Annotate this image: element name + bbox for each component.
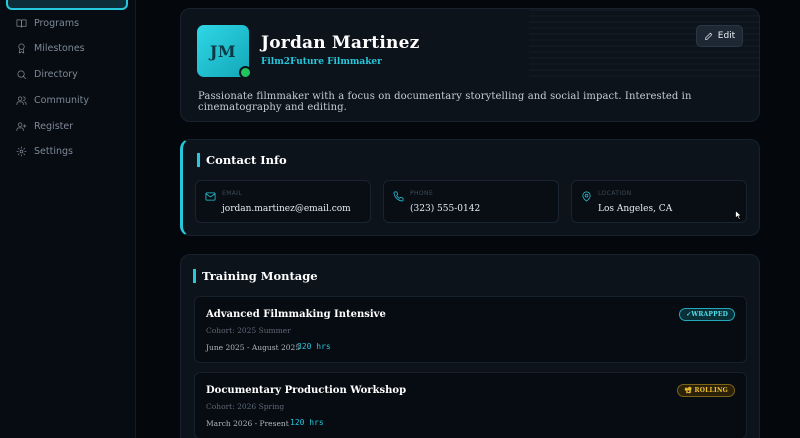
status-badge: 📽 ROLLING: [677, 384, 735, 397]
training-montage-card: Training Montage Advanced Filmmaking Int…: [180, 254, 760, 438]
email-box[interactable]: EMAIL jordan.martinez@email.com: [195, 180, 371, 223]
sidebar-item-label: Milestones: [34, 42, 85, 54]
location-box[interactable]: LOCATION Los Angeles, CA: [571, 180, 747, 223]
mail-icon: [205, 192, 216, 201]
location-label: LOCATION: [598, 190, 632, 197]
program-card[interactable]: Documentary Production Workshop Cohort: …: [194, 372, 747, 438]
status-badge: ✓WRAPPED: [679, 308, 735, 321]
pencil-icon: [704, 32, 712, 40]
program-cohort: Cohort: 2025 Summer: [206, 326, 291, 335]
program-hours: 120 hrs: [290, 418, 324, 427]
user-plus-icon: [16, 121, 27, 131]
mouse-cursor-icon: [735, 210, 742, 220]
sidebar-item-programs[interactable]: Programs: [16, 13, 79, 33]
program-card[interactable]: Advanced Filmmaking Intensive Cohort: 20…: [194, 296, 747, 363]
program-dates: June 2025 - August 2025: [206, 343, 301, 352]
main-content: JM Jordan Martinez Film2Future Filmmaker…: [136, 0, 800, 438]
location-value: Los Angeles, CA: [598, 204, 673, 214]
email-label: EMAIL: [222, 190, 243, 197]
search-icon: [17, 69, 26, 79]
program-hours: 320 hrs: [297, 342, 331, 351]
profile-bio: Passionate filmmaker with a focus on doc…: [198, 91, 692, 113]
sidebar-item-label: Directory: [34, 68, 78, 80]
profile-subtitle: Film2Future Filmmaker: [261, 57, 382, 67]
phone-box[interactable]: PHONE (323) 555-0142: [383, 180, 559, 223]
sidebar-active-item[interactable]: [6, 0, 128, 10]
sidebar-item-label: Settings: [34, 145, 73, 157]
sidebar-item-milestones[interactable]: Milestones: [16, 38, 85, 58]
phone-value: (323) 555-0142: [410, 204, 481, 214]
contact-info-title: Contact Info: [197, 153, 287, 167]
phone-label: PHONE: [410, 190, 434, 197]
contact-info-card: Contact Info EMAIL jordan.martinez@email…: [180, 139, 760, 236]
edit-button-label: Edit: [717, 31, 736, 41]
program-cohort: Cohort: 2026 Spring: [206, 402, 285, 411]
sidebar-item-label: Community: [34, 94, 89, 106]
program-title: Advanced Filmmaking Intensive: [206, 309, 386, 320]
sidebar-item-directory[interactable]: Directory: [16, 64, 78, 84]
program-title: Documentary Production Workshop: [206, 385, 407, 396]
edit-button[interactable]: Edit: [696, 25, 743, 47]
users-icon: [16, 95, 27, 105]
sidebar-item-settings[interactable]: Settings: [16, 141, 73, 161]
program-dates: March 2026 - Present: [206, 419, 289, 428]
gear-icon: [16, 146, 27, 156]
training-montage-title: Training Montage: [193, 269, 318, 283]
sidebar-item-label: Programs: [34, 17, 80, 29]
sidebar-item-community[interactable]: Community: [16, 90, 89, 110]
sidebar-item-label: Register: [34, 120, 74, 132]
online-status-dot: [239, 66, 252, 79]
profile-name: Jordan Martinez: [261, 33, 420, 53]
map-pin-icon: [582, 191, 591, 202]
sidebar: Programs Milestones Directory Community …: [0, 0, 136, 438]
award-icon: [18, 43, 25, 53]
sidebar-item-register[interactable]: Register: [16, 116, 73, 136]
profile-card: JM Jordan Martinez Film2Future Filmmaker…: [180, 8, 760, 122]
email-value: jordan.martinez@email.com: [222, 204, 351, 214]
phone-icon: [393, 191, 404, 202]
book-icon: [16, 18, 27, 28]
